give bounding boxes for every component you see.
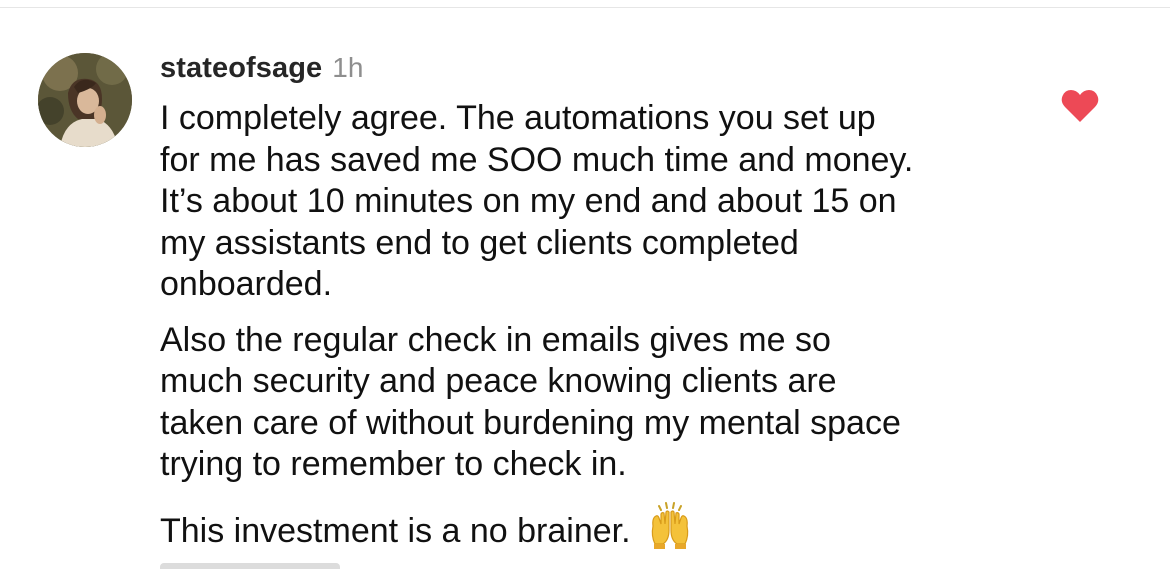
avatar-photo	[38, 53, 132, 147]
comment-body: I completely agree. The automations you …	[160, 98, 1040, 552]
comment-line-with-emoji: This investment is a no brainer.	[160, 500, 1040, 553]
like-heart-icon[interactable]	[1060, 88, 1100, 124]
username[interactable]: stateofsage	[160, 52, 322, 85]
comment-line: for me has saved me SOO much time and mo…	[160, 140, 914, 179]
timestamp: 1h	[332, 52, 364, 83]
comments-screen: stateofsage 1h I completely agree. The a…	[0, 0, 1170, 569]
comment-line: much security and peace knowing clients …	[160, 362, 837, 400]
comment-line: taken care of without burdening my menta…	[160, 403, 901, 442]
comment-line: onboarded.	[160, 265, 333, 303]
comment-header: stateofsage 1h	[160, 52, 363, 88]
comment-line: trying to remember to check in.	[160, 445, 627, 483]
avatar[interactable]	[38, 53, 132, 147]
comment-paragraph: This investment is a no brainer.	[160, 500, 1040, 553]
comment-line: This investment is a no brainer.	[160, 511, 631, 550]
comment-paragraph: I completely agree. The automations you …	[160, 98, 1040, 306]
raising-hands-icon	[645, 500, 695, 550]
comment-line: my assistants end to get clients complet…	[160, 223, 799, 262]
comment-line: Also the regular check in emails gives m…	[160, 320, 831, 359]
next-comment-peek	[160, 563, 360, 569]
comment-line: It’s about 10 minutes on my end and abou…	[160, 182, 897, 220]
comment-item: stateofsage 1h I completely agree. The a…	[0, 0, 1170, 569]
comment-line: I completely agree. The automations you …	[160, 99, 876, 137]
comment-paragraph: Also the regular check in emails gives m…	[160, 320, 1040, 486]
